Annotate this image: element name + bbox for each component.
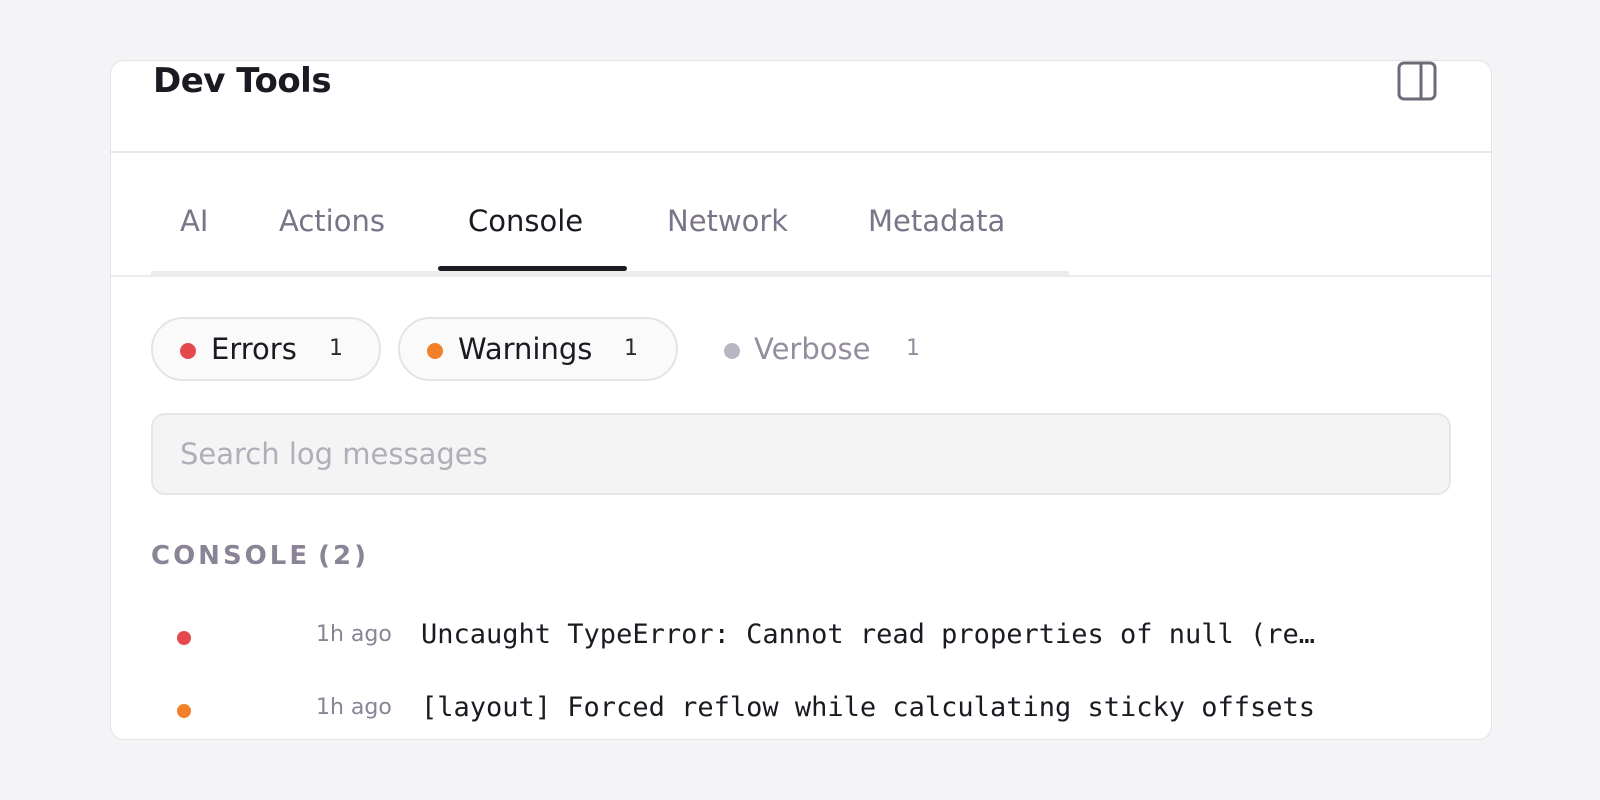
log-row[interactable]: 1h ago [layout] Forced reflow while calc… [111,680,1491,739]
filter-verbose-button[interactable]: Verbose 1 [696,317,926,381]
tab-network[interactable]: Network [667,201,803,267]
tab-ai[interactable]: AI [180,201,220,267]
filter-verbose-label: Verbose [754,332,871,366]
error-dot-icon [177,631,191,645]
tab-bar: AI Actions Console Network Metadata [151,201,1069,275]
filter-errors-count: 1 [329,336,343,361]
console-section-label: CONSOLE [151,541,311,571]
error-dot-icon [180,343,196,359]
tab-console-label: Console [468,204,584,238]
console-section-count: (2) [318,541,369,571]
filter-errors-label: Errors [211,332,297,366]
console-section-title: CONSOLE (2) [151,541,369,571]
tabs-divider [111,275,1491,277]
filter-verbose-count: 1 [906,336,920,361]
tab-ai-label: AI [180,204,209,238]
log-time: 1h ago [316,695,392,720]
panel-right-icon[interactable] [1397,61,1437,101]
search-input[interactable] [151,413,1451,495]
panel-header: Dev Tools [111,61,1491,153]
tab-actions-label: Actions [279,204,385,238]
dev-tools-panel: Dev Tools AI Actions Console Network Met… [110,60,1492,740]
filter-errors-button[interactable]: Errors 1 [151,317,381,381]
tab-metadata-label: Metadata [868,204,1006,238]
panel-title: Dev Tools [153,61,332,101]
log-message: [layout] Forced reflow while calculating… [421,692,1316,723]
tab-actions[interactable]: Actions [279,201,404,267]
log-message: Uncaught TypeError: Cannot read properti… [421,619,1316,650]
filter-warnings-label: Warnings [458,332,593,366]
tab-metadata[interactable]: Metadata [868,201,1023,267]
tab-console[interactable]: Console [438,201,627,271]
filter-warnings-button[interactable]: Warnings 1 [398,317,678,381]
warning-dot-icon [177,704,191,718]
tab-network-label: Network [667,204,789,238]
warning-dot-icon [427,343,443,359]
log-row[interactable]: 1h ago Uncaught TypeError: Cannot read p… [111,607,1491,667]
filter-warnings-count: 1 [624,336,638,361]
verbose-dot-icon [724,343,740,359]
log-time: 1h ago [316,622,392,647]
